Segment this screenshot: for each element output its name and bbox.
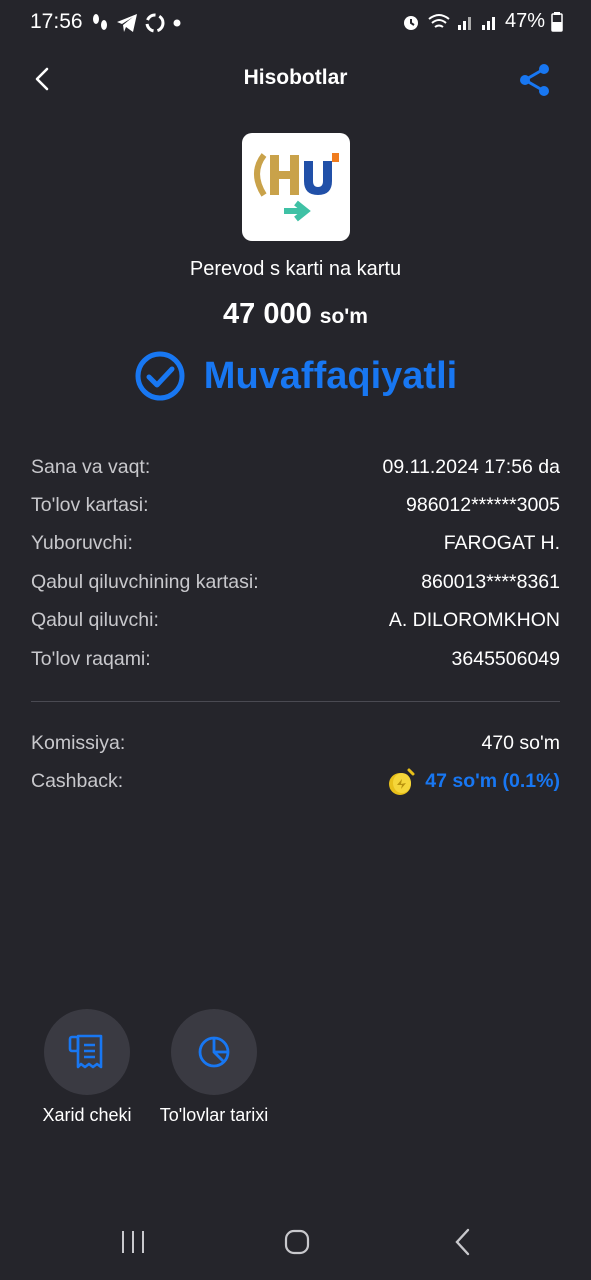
detail-value: 860013****8361 [421,570,560,593]
history-action[interactable]: To'lovlar tarixi [144,1009,284,1126]
telegram-icon [117,14,137,32]
back-icon [455,1228,470,1256]
history-label: To'lovlar tarixi [159,1105,269,1125]
detail-value: FAROGAT H. [443,532,560,555]
status-indicators: 47% [401,10,563,33]
home-button[interactable] [283,1228,311,1256]
detail-label: To'lov raqami: [31,647,151,670]
pie-chart-icon [198,1036,230,1068]
status-time: 17:56 [30,10,83,33]
share-icon [520,64,549,96]
service-name: Perevod s karti na kartu [189,258,402,280]
coin-icon [389,768,415,795]
receipt-icon [68,1034,103,1069]
amount-value: 47 000 [223,298,312,330]
wifi-icon [428,13,450,28]
receipt-action[interactable]: Xarid cheki [17,1009,157,1126]
receipt-button[interactable] [44,1009,130,1095]
detail-label: Qabul qiluvchining kartasi: [31,570,259,593]
detail-value: 3645506049 [451,647,560,670]
detail-value: A. DILOROMKHON [388,609,560,632]
detail-row-date: Sana va vaqt: 09.11.2024 17:56 da [31,448,560,486]
amount-currency: so'm [319,305,368,328]
signal-icon-2 [481,16,495,30]
status-text: Muvaffaqiyatli [203,354,458,397]
cashback-value-wrap: 47 so'm (0.1%) [387,767,560,797]
detail-row-payment-card: To'lov kartasi: 986012******3005 [31,486,560,524]
transaction-details: Sana va vaqt: 09.11.2024 17:56 da To'lov… [31,448,560,678]
detail-row-sender: Yuboruvchi: FAROGAT H. [31,525,560,563]
detail-row-recipient-card: Qabul qiluvchining kartasi: 860013****83… [31,563,560,601]
commission-label: Komissiya: [31,731,126,754]
system-nav-bar [0,1210,591,1274]
cashback-value: 47 so'm (0.1%) [425,770,560,793]
system-back-button[interactable] [450,1228,476,1256]
detail-label: To'lov kartasi: [31,494,149,517]
app-header: Hisobotlar [0,52,591,108]
battery-percent: 47% [504,10,545,32]
transaction-status: Muvaffaqiyatli [0,350,591,402]
history-button[interactable] [171,1009,257,1095]
page-title: Hisobotlar [243,66,348,89]
footsteps-icon [93,14,107,30]
status-bar: 17:56 47% [0,0,591,44]
recent-apps-icon [122,1231,144,1253]
receipt-label: Xarid cheki [42,1105,132,1125]
service-logo [242,133,350,241]
check-circle-icon [135,351,185,401]
humo-logo-icon [254,153,339,222]
cashback-label: Cashback: [31,770,124,793]
cashback-row: Cashback: 47 so'm (0.1%) [31,762,560,800]
battery-icon [551,11,563,32]
share-button[interactable] [517,62,553,98]
notification-icons [90,12,182,34]
recent-apps-button[interactable] [118,1228,148,1256]
divider [31,701,560,702]
sync-icon [145,13,165,33]
dot-icon [173,19,181,27]
home-icon [284,1229,310,1255]
alarm-icon [403,15,418,30]
transfer-amount: 47 000 so'm [0,298,591,331]
detail-label: Qabul qiluvchi: [31,609,159,632]
signal-icon [457,16,471,30]
commission-row: Komissiya: 470 so'm [31,724,560,762]
detail-label: Yuboruvchi: [31,532,133,555]
fees-section: Komissiya: 470 so'm Cashback: 47 so'm (0… [31,724,560,801]
detail-value: 09.11.2024 17:56 da [382,455,560,478]
detail-label: Sana va vaqt: [31,455,151,478]
detail-value: 986012******3005 [406,494,560,517]
detail-row-payment-number: To'lov raqami: 3645506049 [31,640,560,678]
detail-row-recipient: Qabul qiluvchi: A. DILOROMKHON [31,602,560,640]
commission-value: 470 so'm [481,731,560,754]
